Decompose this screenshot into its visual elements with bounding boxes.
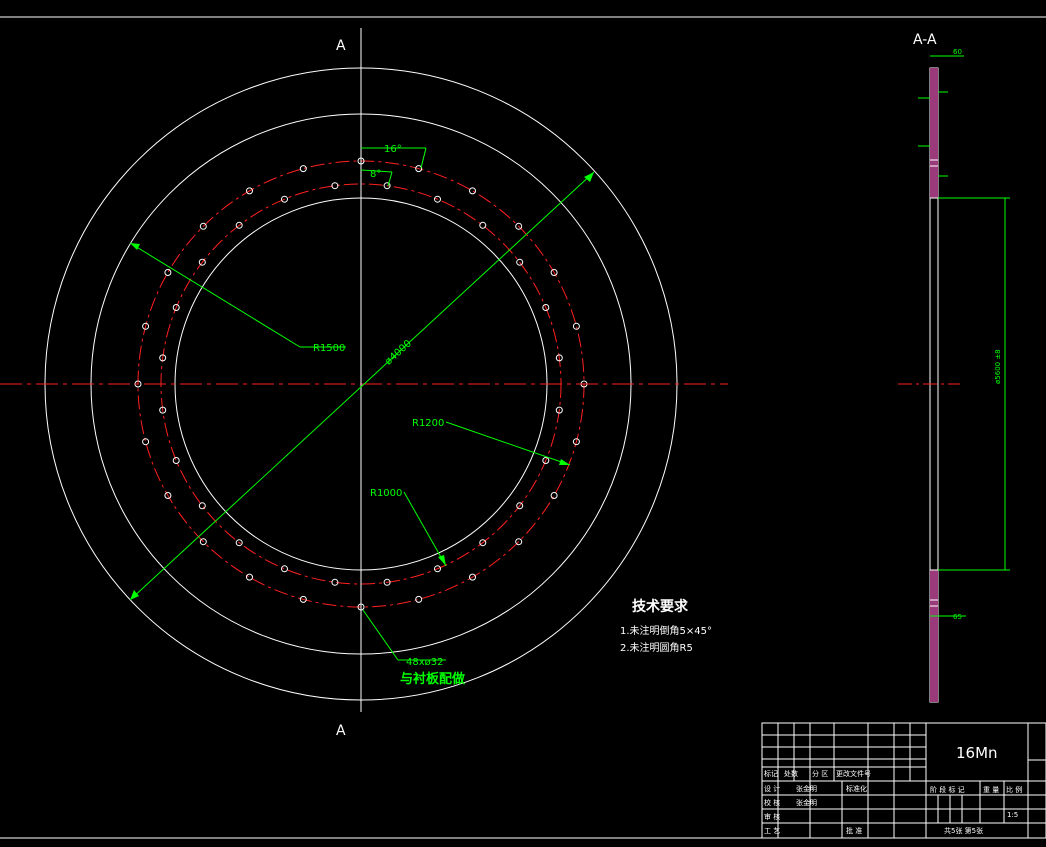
tb-sheets: 共5张 第5张 xyxy=(944,826,983,835)
dim-r1200: R1200 xyxy=(412,418,444,429)
bolt-hole xyxy=(479,221,487,229)
tb-scale: 1:5 xyxy=(1007,811,1018,819)
dim-holes-note: 与衬板配做 xyxy=(400,671,465,687)
dim-thickness-bottom: 65 xyxy=(953,613,962,621)
section-view: A-A 60 65 ø5600 ±8 xyxy=(898,32,1010,703)
tb-check: 校 核 xyxy=(764,798,780,807)
hatch-lower xyxy=(930,570,938,702)
tech-item-1: 1.未注明倒角5×45° xyxy=(620,624,712,637)
bolt-hole xyxy=(281,565,288,573)
section-mark-top: A xyxy=(336,38,346,54)
tb-process: 工 艺 xyxy=(764,827,780,835)
tb-approve: 批 准 xyxy=(846,826,862,835)
bolt-hole xyxy=(198,502,206,510)
tb-designer: 张金明 xyxy=(796,784,817,793)
tb-mark: 标记 xyxy=(764,769,778,778)
cad-drawing: A A 16° 8° R1500 ø4000 R1200 R1000 48xø3… xyxy=(0,16,1046,839)
dim-holes: 48xø32 xyxy=(406,657,444,668)
section-view-title: A-A xyxy=(913,32,937,48)
tb-checker: 张金明 xyxy=(796,798,817,807)
dim-side-height: ø5600 ±8 xyxy=(994,349,1002,384)
tech-title: 技术要求 xyxy=(632,598,689,615)
bolt-hole xyxy=(299,165,307,173)
bolt-hole xyxy=(172,457,180,464)
bolt-hole xyxy=(550,492,558,499)
angle-label-inner: 8° xyxy=(370,169,381,180)
tb-scale-label: 比 例 xyxy=(1006,785,1022,794)
angle-label-outer: 16° xyxy=(384,144,402,155)
tb-doc: 更改文件号 xyxy=(836,769,871,778)
tb-standard: 标准化 xyxy=(846,784,867,793)
tb-count: 处数 xyxy=(784,769,798,778)
tb-material: 16Mn xyxy=(956,744,998,762)
bolt-hole xyxy=(415,595,423,603)
bolt-hole xyxy=(164,269,172,276)
section-mark-bottom: A xyxy=(336,723,346,739)
bolt-hole xyxy=(246,573,253,581)
ring-front-view xyxy=(0,28,728,712)
dim-r1000: R1000 xyxy=(370,488,402,499)
tb-stage-label: 阶 段 标 记 xyxy=(930,785,965,794)
bolt-hole xyxy=(572,322,580,330)
title-block xyxy=(761,722,1046,839)
dim-thickness-top: 60 xyxy=(953,48,962,56)
dim-r1500: R1500 xyxy=(313,343,345,354)
dim-diameter: ø4000 xyxy=(383,338,414,367)
tech-item-2: 2.未注明圆角R5 xyxy=(620,641,693,654)
tb-weight-label: 重 量 xyxy=(983,786,999,794)
dimension-leaders xyxy=(129,171,595,661)
tb-design: 设 计 xyxy=(764,784,780,793)
tb-review: 审 核 xyxy=(764,812,780,821)
tb-zone: 分 区 xyxy=(812,769,828,778)
bolt-hole xyxy=(469,187,476,195)
hatch-upper xyxy=(930,68,938,198)
bolt-hole xyxy=(142,438,150,446)
